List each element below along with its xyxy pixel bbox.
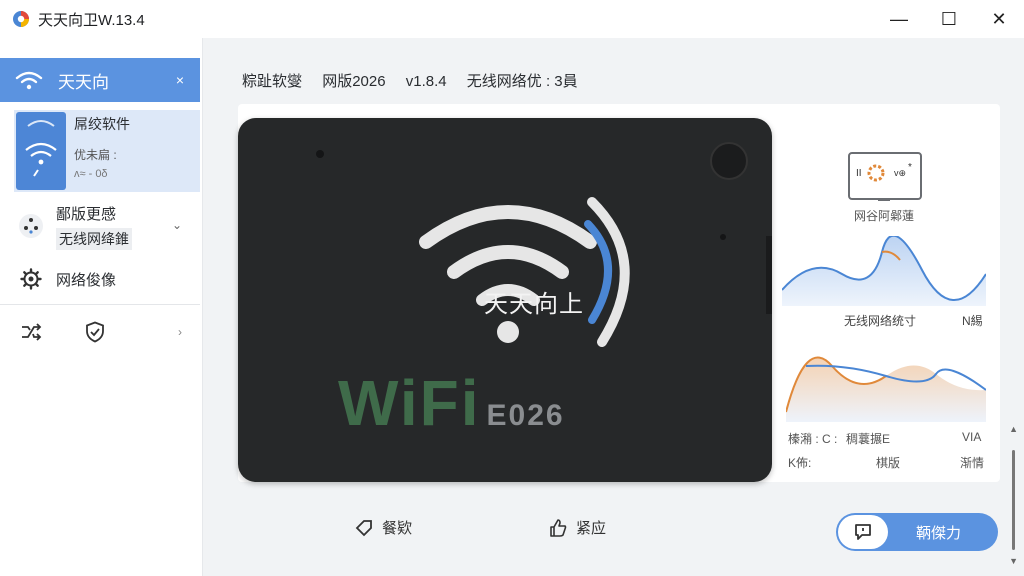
scroll-up-icon[interactable]: ▲	[1009, 424, 1018, 434]
hero-device-image: 天天向上 WiFi E026	[238, 118, 772, 482]
thumbs-up-icon	[550, 518, 567, 537]
update-icon	[18, 213, 44, 239]
feedback-label: 餐欵	[382, 520, 413, 537]
svg-text:v⊕: v⊕	[894, 168, 906, 178]
version-header: 粽趾软燮 网版2026 v1.8.4 无线网络优 : 3員	[242, 70, 594, 91]
hero-brand: WiFi E026	[338, 366, 565, 440]
card-subtitle: 优未扁 :	[74, 148, 117, 162]
window-title: 天天向卫W.13.4	[38, 11, 145, 29]
chevron-right-icon[interactable]: ›	[178, 325, 182, 339]
chevron-down-icon[interactable]: ⌄	[172, 218, 182, 232]
header-part: 无线网络优 : 3員	[466, 73, 578, 90]
camera-dot	[316, 150, 324, 158]
close-button[interactable]: ✕	[974, 0, 1024, 38]
stat-extra: 渐情	[960, 456, 985, 470]
svg-text:II: II	[856, 168, 862, 179]
device-side-button	[766, 236, 772, 314]
sensor-dot	[720, 234, 726, 240]
chat-icon	[838, 515, 888, 549]
signal-chart	[782, 236, 986, 306]
app-logo-icon	[13, 11, 29, 27]
svg-text:*: *	[908, 162, 912, 173]
feedback-button[interactable]: 餐欵	[354, 517, 412, 538]
stat-label: 榛潲 : C :	[788, 432, 838, 446]
brand-suffix: E026	[486, 399, 565, 432]
update-subtitle: 无线网绛錐	[56, 227, 132, 250]
title-bar: 天天向卫W.13.4 — ☐ ✕	[0, 0, 1024, 38]
card-title: 屌绞软件	[74, 116, 130, 132]
minimize-button[interactable]: —	[874, 0, 924, 38]
sidebar-item-tools: ›	[0, 318, 200, 346]
monitor-icon: II v⊕ *	[848, 152, 922, 200]
sidebar-item-label: 天天向	[58, 72, 109, 92]
wifi-icon	[25, 120, 57, 177]
close-icon[interactable]: ×	[176, 72, 184, 88]
signal-arc-icon	[584, 197, 630, 347]
chart-caption: 无线网络统寸	[844, 314, 917, 328]
header-part: 网版2026	[322, 73, 386, 90]
stat-label: K佈:	[788, 456, 812, 470]
like-button[interactable]: 紧应	[548, 517, 606, 538]
window-controls: — ☐ ✕	[874, 0, 1024, 38]
sidebar-divider	[0, 304, 200, 305]
software-card[interactable]: 屌绞软件 优未扁 : ʌ≈ - 0δ	[14, 110, 200, 192]
camera-lens	[710, 142, 748, 180]
wifi-icon	[419, 205, 597, 343]
sidebar-item-settings[interactable]: 网络俊像	[0, 264, 200, 294]
brand-text: WiFi	[338, 367, 481, 439]
maximize-button[interactable]: ☐	[924, 0, 974, 38]
sidebar-item-update[interactable]: 鄙版更感 无线网绛錐 ⌄	[0, 202, 200, 250]
shield-check-icon[interactable]	[82, 319, 108, 345]
settings-label: 网络俊像	[56, 271, 117, 289]
scrollbar-thumb[interactable]	[1012, 450, 1015, 550]
card-detail: ʌ≈ - 0δ	[74, 168, 108, 180]
like-label: 紧应	[576, 520, 607, 537]
wifi-icon	[15, 71, 43, 90]
stat-extra: VIA	[962, 430, 982, 444]
card-thumbnail	[16, 112, 66, 190]
stat-value: 稠蘘搌Ε	[846, 432, 891, 446]
tag-icon	[355, 519, 372, 536]
sidebar-item-active[interactable]: 天天向 ×	[0, 58, 200, 102]
monitor-label: 网谷阿鄵蓮	[854, 209, 915, 223]
boost-button[interactable]: 鞆傑力	[836, 513, 998, 551]
boost-label: 鞆傑力	[916, 524, 962, 542]
monitor-stand	[878, 198, 890, 201]
chart-caption-right: N緆	[962, 314, 983, 328]
shuffle-icon[interactable]	[18, 319, 44, 345]
speed-chart	[786, 356, 986, 422]
gear-icon	[18, 266, 44, 292]
scroll-down-icon[interactable]: ▼	[1009, 556, 1018, 566]
sidebar: 天天向 × 屌绞软件 优未扁 : ʌ≈ - 0δ 鄙版更感 无线网绛錐 ⌄ 网络…	[0, 38, 203, 576]
hero-title: 天天向上	[484, 291, 584, 318]
stat-value: 棋版	[876, 456, 901, 470]
header-part: v1.8.4	[405, 73, 447, 90]
update-title: 鄙版更感	[56, 205, 117, 223]
header-part: 粽趾软燮	[242, 73, 303, 90]
